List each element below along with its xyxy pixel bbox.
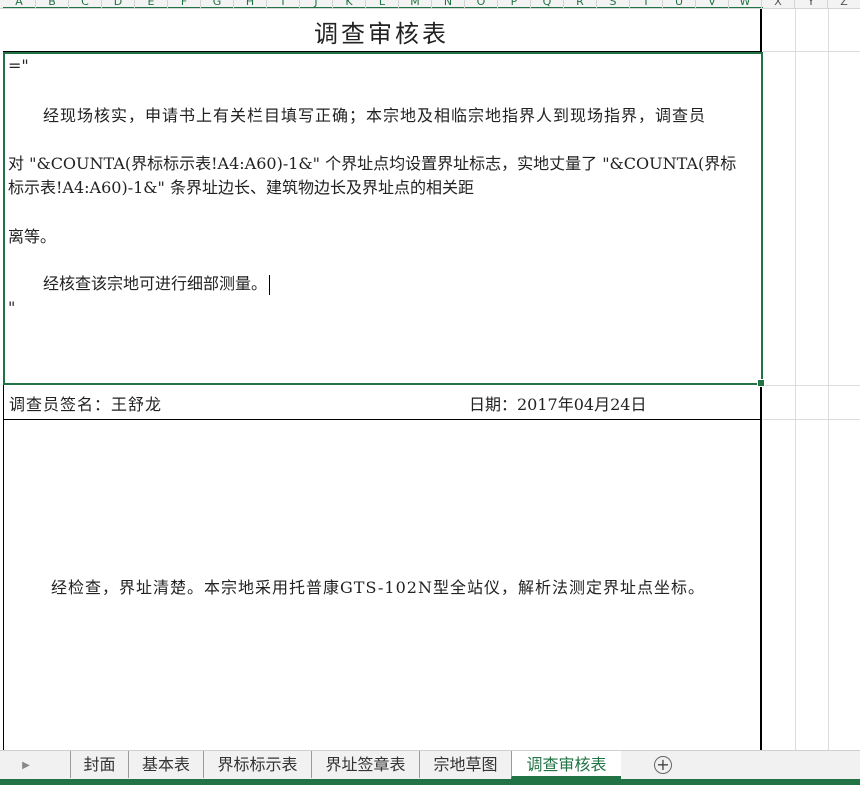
review-conclusion[interactable]: 经检查，界址清楚。本宗地采用托普康GTS-102N型全站仪，解析法测定界址点坐标…: [51, 574, 705, 598]
sheet-scroll-left-icon[interactable]: ▶: [18, 758, 34, 774]
cell-line-5-text: 经核查该宗地可进行细部测量。: [43, 274, 268, 293]
add-sheet-icon[interactable]: +: [654, 756, 672, 774]
review-form: 调查审核表 =" 经现场核实，申请书上有关栏目填写正确；本宗地及相临宗地指界人到…: [3, 9, 765, 750]
grid-row-line: [763, 419, 860, 420]
column-header-w[interactable]: W: [729, 0, 762, 8]
sheet-tab-4[interactable]: 界址签章表: [311, 751, 419, 778]
cell-line-2: 对 "&COUNTA(界标标示表!A4:A60)-1&" 个界址点均设置界址标志…: [8, 154, 737, 173]
column-header-u[interactable]: U: [663, 0, 696, 8]
column-header-strip: ABCDEFGHIJKLMNOPQRSTUVWXYZ: [0, 0, 860, 9]
grid-row-line: [763, 385, 860, 386]
column-header-n[interactable]: N: [432, 0, 465, 8]
sheet-tab-bar: ▶ + 封面 基本表 界标标示表 界址签章表 宗地草图 调查审核表: [0, 750, 860, 780]
column-header-a[interactable]: A: [3, 0, 36, 8]
text-caret: [269, 274, 271, 295]
column-header-x[interactable]: X: [762, 0, 795, 8]
sheet-tab-6[interactable]: 调查审核表: [511, 751, 621, 779]
review-date: 日期：2017年04月24日: [469, 395, 647, 414]
sheet-tab-3[interactable]: 界标标示表: [203, 751, 311, 778]
column-header-s[interactable]: S: [597, 0, 630, 8]
column-header-j[interactable]: J: [300, 0, 333, 8]
column-header-g[interactable]: G: [201, 0, 234, 8]
sheet-tab-2[interactable]: 基本表: [128, 751, 203, 778]
surveyor-signature: 调查员签名：王舒龙: [9, 395, 163, 414]
sheet-tab-1[interactable]: 封面: [70, 751, 128, 778]
column-header-y[interactable]: Y: [795, 0, 828, 8]
cell-line-4: 离等。: [8, 227, 57, 246]
status-bar: [0, 779, 860, 785]
empty-grid-columns[interactable]: [763, 9, 860, 750]
column-header-m[interactable]: M: [399, 0, 432, 8]
column-header-c[interactable]: C: [69, 0, 102, 8]
column-header-z[interactable]: Z: [828, 0, 860, 8]
column-header-k[interactable]: K: [333, 0, 366, 8]
grid-row-line: [763, 51, 860, 52]
sheet-tab-5[interactable]: 宗地草图: [419, 751, 511, 778]
column-header-e[interactable]: E: [135, 0, 168, 8]
formula-suffix: ": [8, 298, 16, 317]
column-header-d[interactable]: D: [102, 0, 135, 8]
selected-formula-cell[interactable]: =" 经现场核实，申请书上有关栏目填写正确；本宗地及相临宗地指界人到现场指界，调…: [3, 52, 765, 387]
column-header-o[interactable]: O: [465, 0, 498, 8]
column-header-h[interactable]: H: [234, 0, 267, 8]
column-header-v[interactable]: V: [696, 0, 729, 8]
column-header-b[interactable]: B: [36, 0, 69, 8]
column-header-f[interactable]: F: [168, 0, 201, 8]
column-header-i[interactable]: I: [267, 0, 300, 8]
column-header-p[interactable]: P: [498, 0, 531, 8]
column-header-q[interactable]: Q: [531, 0, 564, 8]
formula-prefix: =": [8, 56, 29, 75]
column-header-t[interactable]: T: [630, 0, 663, 8]
cell-line-1: 经现场核实，申请书上有关栏目填写正确；本宗地及相临宗地指界人到现场指界，调查员: [43, 106, 707, 125]
column-header-l[interactable]: L: [366, 0, 399, 8]
column-header-r[interactable]: R: [564, 0, 597, 8]
signature-row[interactable]: 调查员签名：王舒龙 日期：2017年04月24日: [3, 385, 760, 420]
cell-line-5: 经核查该宗地可进行细部测量。: [43, 272, 271, 296]
form-title[interactable]: 调查审核表: [3, 9, 760, 52]
cell-line-3: 标示表!A4:A60)-1&" 条界址边长、建筑物边长及界址点的相关距: [8, 178, 474, 197]
